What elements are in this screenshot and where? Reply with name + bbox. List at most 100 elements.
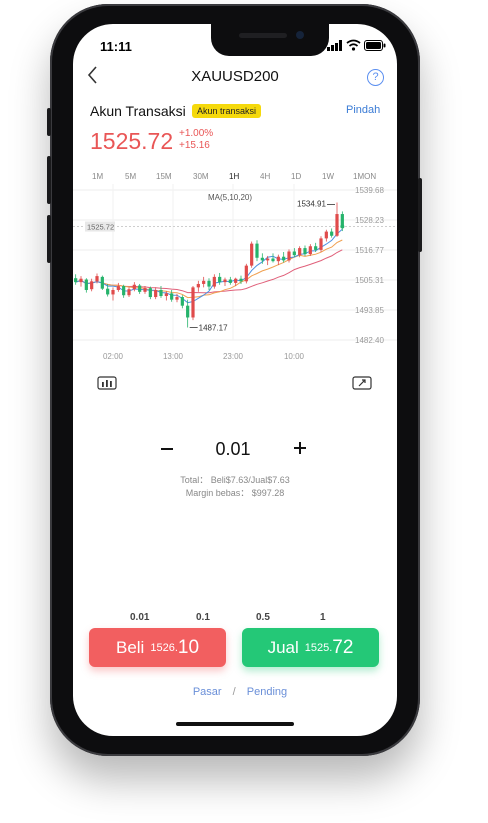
preset-quantity[interactable]: 0.1: [196, 612, 210, 622]
candle-body: [138, 285, 142, 292]
y-axis-tick-label: 1505.31: [355, 276, 384, 285]
power-button: [418, 178, 422, 252]
sell-label: Jual: [267, 637, 299, 657]
help-icon[interactable]: ?: [367, 69, 384, 86]
home-indicator[interactable]: [176, 722, 294, 726]
candle-body: [324, 231, 328, 239]
y-axis-tick-label: 1539.68: [355, 186, 384, 195]
candle-body: [303, 248, 307, 255]
candlestick-chart[interactable]: 1539.68 1528.23 1516.77 1505.31 1493.85 1482.…: [73, 184, 397, 366]
x-axis-tick-label: 02:00: [103, 352, 124, 361]
candle-body: [282, 256, 286, 261]
preset-quantity[interactable]: 0.5: [256, 612, 270, 622]
candle-body: [228, 279, 232, 283]
candle-body: [298, 248, 302, 256]
tab-timeframe-1h[interactable]: 1H: [229, 172, 239, 181]
candle-body: [127, 289, 131, 296]
y-axis-tick-label: 1493.85: [355, 306, 384, 315]
volume-down-button: [47, 215, 51, 263]
battery-icon: [364, 40, 386, 51]
candle-body: [90, 281, 94, 290]
buy-label: Beli: [115, 637, 145, 657]
candle-body: [148, 288, 152, 298]
volume-up-button: [47, 156, 51, 204]
quantity-value[interactable]: 0.01: [200, 439, 266, 460]
buy-price-prefix: 1526.: [150, 641, 178, 654]
switch-account-link[interactable]: Pindah: [346, 104, 380, 116]
timeframe-tabs: 1M 5M 15M 30M 1H 4H 1D 1W 1MON: [80, 172, 390, 184]
tab-timeframe-1mon[interactable]: 1MON: [353, 172, 376, 181]
x-axis-tick-label: 23:00: [223, 352, 244, 361]
candle-body: [170, 293, 174, 300]
preset-quantity[interactable]: 1: [320, 612, 326, 622]
candle-body: [287, 251, 291, 261]
quantity-decrease-button[interactable]: [158, 440, 176, 458]
account-type-badge: Akun transaksi: [192, 104, 262, 118]
current-price: 1525.72: [90, 128, 174, 154]
candle-body: [292, 251, 296, 256]
candle-body: [234, 278, 238, 283]
candle-body: [266, 258, 270, 261]
tab-timeframe-15m[interactable]: 15M: [156, 172, 172, 181]
candle-body: [223, 279, 227, 283]
x-axis-tick-label: 10:00: [284, 352, 305, 361]
candle-body: [239, 278, 243, 282]
tab-timeframe-5m[interactable]: 5M: [125, 172, 136, 181]
candle-body: [164, 293, 168, 297]
candle-body: [186, 305, 190, 318]
expand-icon[interactable]: [352, 376, 372, 390]
candle-body: [244, 265, 248, 282]
candle-body: [191, 287, 195, 318]
quantity-increase-button[interactable]: [291, 439, 309, 457]
ma-indicator-label: MA(5,10,20): [208, 193, 252, 202]
sell-price-prefix: 1525.: [304, 641, 333, 654]
change-absolute: +15.16: [179, 140, 210, 151]
tab-timeframe-1w[interactable]: 1W: [322, 172, 334, 181]
candle-body: [271, 258, 275, 262]
candle-body: [74, 278, 78, 283]
candle-body: [314, 246, 318, 250]
candle-body: [308, 246, 312, 255]
candle-body: [111, 289, 115, 295]
candle-body: [79, 278, 83, 283]
candle-body: [154, 289, 158, 298]
y-axis-tick-label: 1482.40: [355, 336, 384, 345]
pending-order-link[interactable]: Pending: [247, 686, 287, 698]
order-type-switch: Pasar / Pending: [180, 686, 300, 698]
candle-body: [260, 257, 264, 261]
candle-body: [196, 283, 200, 288]
high-price-label: 1534.91: [297, 199, 326, 208]
wifi-icon: [346, 39, 361, 51]
market-order-link[interactable]: Pasar: [193, 686, 222, 698]
front-camera: [296, 31, 304, 39]
candle-body: [330, 231, 334, 236]
candle-body: [335, 214, 339, 236]
candle-body: [122, 286, 126, 296]
latest-price-dot: [340, 224, 345, 229]
candle-body: [116, 286, 120, 290]
candle-body: [132, 284, 136, 290]
price-change: +1.00% +15.16: [179, 128, 213, 152]
candle-body: [175, 297, 179, 300]
back-arrow-icon[interactable]: [84, 64, 102, 86]
candle-body: [250, 243, 254, 266]
preset-quantity[interactable]: 0.01: [130, 612, 149, 622]
change-percent: +1.00%: [179, 128, 214, 139]
bar-chart-icon[interactable]: [97, 376, 117, 390]
candle-body: [106, 288, 110, 295]
sell-button[interactable]: Jual 1525. 72: [242, 628, 379, 667]
candle-body: [319, 238, 323, 250]
tab-timeframe-1m[interactable]: 1M: [92, 172, 103, 181]
y-axis-tick-label: 1516.77: [355, 246, 384, 255]
earpiece-speaker: [239, 33, 287, 38]
candle-body: [159, 289, 163, 297]
quantity-presets: 0.01 0.1 0.5 1: [130, 612, 350, 622]
candle-body: [95, 276, 99, 282]
tab-timeframe-1d[interactable]: 1D: [291, 172, 301, 181]
x-axis-tick-label: 13:00: [163, 352, 184, 361]
tab-timeframe-4h[interactable]: 4H: [260, 172, 270, 181]
tab-timeframe-30m[interactable]: 30M: [193, 172, 209, 181]
candle-body: [202, 280, 206, 284]
buy-button[interactable]: Beli 1526. 10: [89, 628, 226, 667]
sell-price-suffix: 72: [332, 636, 354, 658]
